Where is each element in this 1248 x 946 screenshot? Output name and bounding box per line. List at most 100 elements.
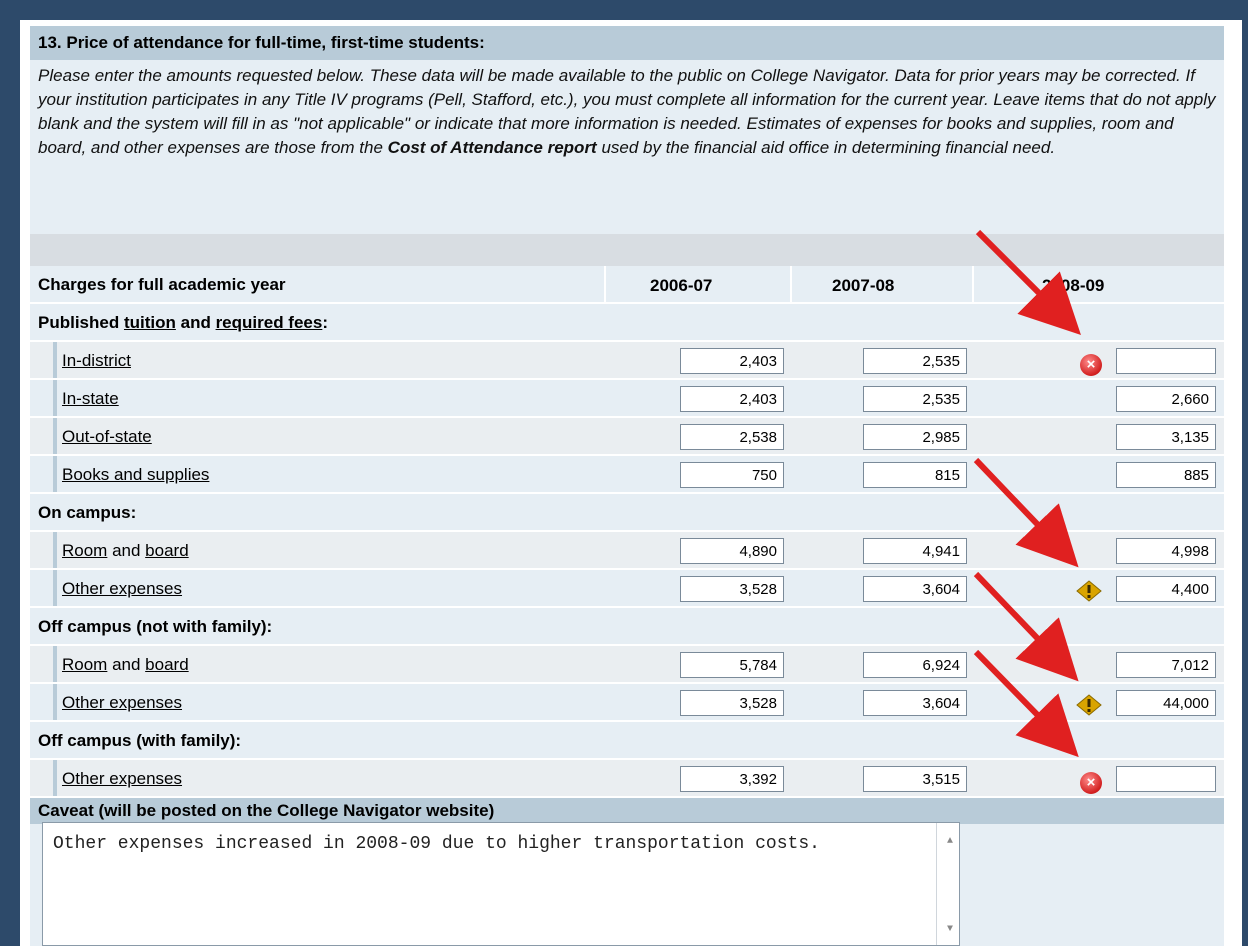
other-expenses-label[interactable]: Other expenses [62, 693, 182, 712]
indent-marker [53, 646, 57, 682]
table-row-in-district: In-district 2,403 2,535 × [30, 342, 1224, 380]
group-off-campus-family: Off campus (with family): [30, 722, 1224, 760]
column-separator [790, 266, 792, 302]
off-room-2006-07-input[interactable]: 5,784 [680, 652, 784, 678]
group-label-suffix: : [322, 313, 328, 332]
required-fees-link[interactable]: required fees [216, 313, 323, 332]
indent-marker [53, 342, 57, 378]
window-top-border [0, 0, 1248, 20]
indent-marker [53, 418, 57, 454]
off-other-2007-08-input[interactable]: 3,604 [863, 690, 967, 716]
table-row-on-campus-room-board: Room and board 4,890 4,941 4,998 [30, 532, 1224, 570]
group-label-on-campus: On campus: [38, 503, 137, 522]
error-x-icon: × [1080, 354, 1102, 376]
indent-marker [53, 380, 57, 416]
year-header-2006-07: 2006-07 [650, 276, 713, 295]
scroll-down-icon[interactable]: ▼ [947, 917, 953, 943]
books-2006-07-input[interactable]: 750 [680, 462, 784, 488]
indent-marker [53, 684, 57, 720]
fam-other-2008-09-input[interactable] [1116, 766, 1216, 792]
in-state-2007-08-input[interactable]: 2,535 [863, 386, 967, 412]
error-x-icon: × [1080, 772, 1102, 794]
books-2007-08-input[interactable]: 815 [863, 462, 967, 488]
group-label-off-campus-not-family: Off campus (not with family): [38, 617, 273, 636]
board-link[interactable]: board [145, 655, 188, 674]
off-other-2006-07-input[interactable]: 3,528 [680, 690, 784, 716]
on-room-2007-08-input[interactable]: 4,941 [863, 538, 967, 564]
on-other-2007-08-input[interactable]: 3,604 [863, 576, 967, 602]
window-frame: 13. Price of attendance for full-time, f… [0, 0, 1248, 946]
room-link[interactable]: Room [62, 655, 107, 674]
table-row-books-supplies: Books and supplies 750 815 885 [30, 456, 1224, 494]
table-header-row: Charges for full academic year 2006-07 2… [30, 266, 1224, 304]
spacer-row [30, 234, 1224, 266]
off-campus-other-link[interactable]: Other expenses [62, 693, 182, 713]
in-state-2006-07-input[interactable]: 2,403 [680, 386, 784, 412]
table-row-off-campus-room-board: Room and board 5,784 6,924 7,012 [30, 646, 1224, 684]
year-header-2008-09: 2008-09 [1042, 276, 1105, 295]
off-other-2008-09-input[interactable]: 44,000 [1116, 690, 1216, 716]
books-supplies-link[interactable]: Books and supplies [62, 465, 209, 485]
section-instructions: Please enter the amounts requested below… [30, 60, 1224, 234]
on-other-2006-07-input[interactable]: 3,528 [680, 576, 784, 602]
window-left-border [0, 0, 20, 946]
on-room-2006-07-input[interactable]: 4,890 [680, 538, 784, 564]
in-district-link[interactable]: In-district [62, 351, 131, 371]
on-room-2008-09-input[interactable]: 4,998 [1116, 538, 1216, 564]
price-of-attendance-panel: 13. Price of attendance for full-time, f… [30, 26, 1224, 946]
board-link[interactable]: board [145, 541, 188, 560]
on-other-2008-09-input[interactable]: 4,400 [1116, 576, 1216, 602]
out-of-state-2006-07-input[interactable]: 2,538 [680, 424, 784, 450]
instructions-bold-text: Cost of Attendance report [387, 138, 597, 157]
column-separator [972, 266, 974, 302]
on-campus-room-board-label: Room and board [62, 541, 189, 561]
fam-other-2006-07-input[interactable]: 3,392 [680, 766, 784, 792]
caveat-label: Caveat (will be posted on the College Na… [38, 801, 495, 820]
out-of-state-link[interactable]: Out-of-state [62, 427, 152, 447]
in-district-2008-09-input[interactable] [1116, 348, 1216, 374]
other-expenses-label[interactable]: Other expenses [62, 579, 182, 598]
year-header-2007-08: 2007-08 [832, 276, 895, 295]
group-off-campus-not-family: Off campus (not with family): [30, 608, 1224, 646]
books-2008-09-input[interactable]: 885 [1116, 462, 1216, 488]
off-room-2008-09-input[interactable]: 7,012 [1116, 652, 1216, 678]
other-expenses-label[interactable]: Other expenses [62, 769, 182, 788]
scroll-up-icon[interactable]: ▲ [947, 829, 953, 855]
books-supplies-label[interactable]: Books and supplies [62, 465, 209, 484]
indent-marker [53, 532, 57, 568]
tuition-link[interactable]: tuition [124, 313, 176, 332]
fam-other-2007-08-input[interactable]: 3,515 [863, 766, 967, 792]
group-on-campus: On campus: [30, 494, 1224, 532]
table-row-out-of-state: Out-of-state 2,538 2,985 3,135 [30, 418, 1224, 456]
group-published-tuition: Published tuition and required fees: [30, 304, 1224, 342]
off-room-2007-08-input[interactable]: 6,924 [863, 652, 967, 678]
label-connector: and [107, 655, 146, 674]
out-of-state-2007-08-input[interactable]: 2,985 [863, 424, 967, 450]
in-district-2006-07-input[interactable]: 2,403 [680, 348, 784, 374]
table-row-family-other: Other expenses 3,392 3,515 × [30, 760, 1224, 798]
room-link[interactable]: Room [62, 541, 107, 560]
column-separator [604, 266, 606, 302]
in-state-2008-09-input[interactable]: 2,660 [1116, 386, 1216, 412]
out-of-state-2008-09-input[interactable]: 3,135 [1116, 424, 1216, 450]
in-district-2007-08-input[interactable]: 2,535 [863, 348, 967, 374]
textarea-scrollbar[interactable]: ▲ ▼ [936, 823, 959, 945]
in-district-label[interactable]: In-district [62, 351, 131, 370]
on-campus-other-link[interactable]: Other expenses [62, 579, 182, 599]
caveat-textarea[interactable]: Other expenses increased in 2008-09 due … [42, 822, 960, 946]
indent-marker [53, 456, 57, 492]
group-label-published: Published tuition and required fees: [38, 313, 328, 333]
family-other-link[interactable]: Other expenses [62, 769, 182, 789]
table-row-in-state: In-state 2,403 2,535 2,660 [30, 380, 1224, 418]
out-of-state-label[interactable]: Out-of-state [62, 427, 152, 446]
group-label-mid: and [175, 313, 216, 332]
in-state-label[interactable]: In-state [62, 389, 119, 408]
off-campus-room-board-label: Room and board [62, 655, 189, 675]
indent-marker [53, 570, 57, 606]
label-connector: and [107, 541, 146, 560]
in-state-link[interactable]: In-state [62, 389, 119, 409]
warning-diamond-icon [1076, 580, 1102, 602]
warning-diamond-icon [1076, 694, 1102, 716]
table-row-on-campus-other: Other expenses 3,528 3,604 4,400 [30, 570, 1224, 608]
charges-header-label: Charges for full academic year [38, 275, 286, 294]
